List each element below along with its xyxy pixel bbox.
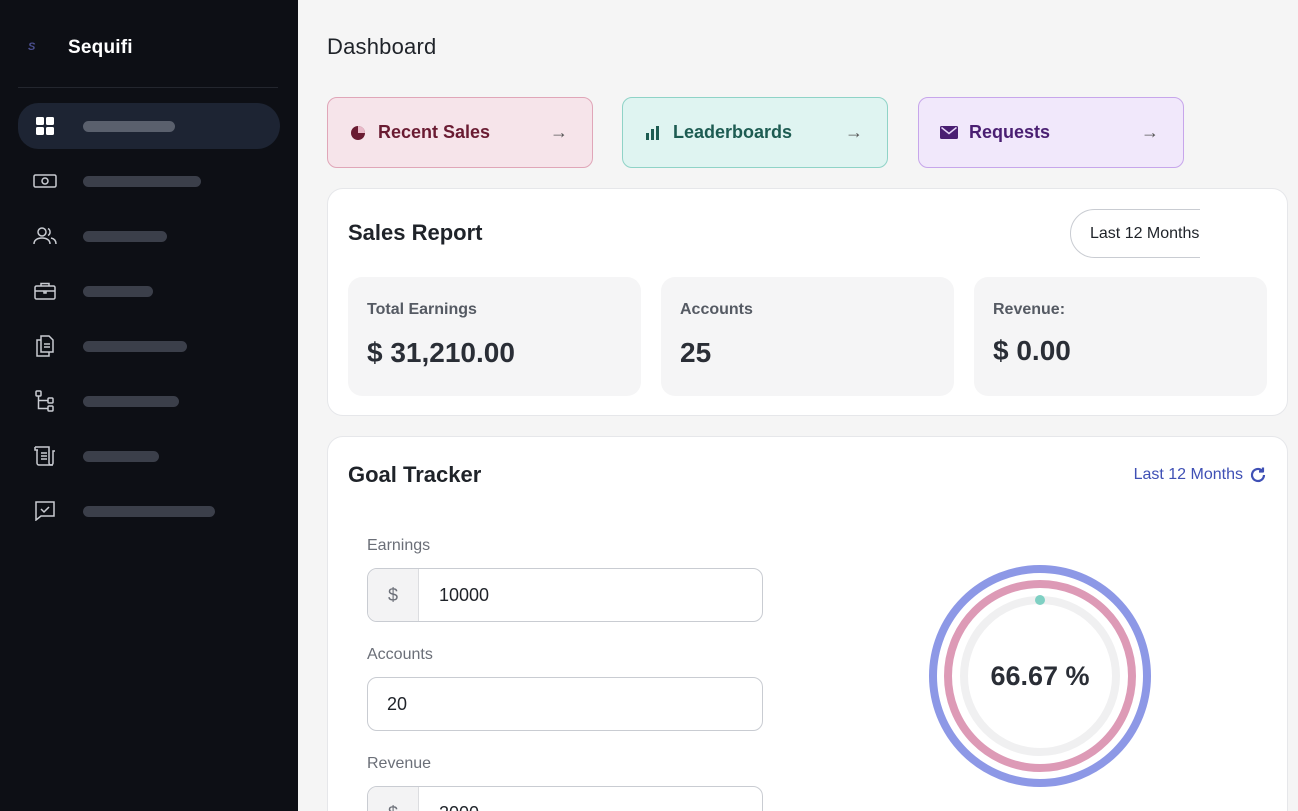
pie-chart-icon	[349, 124, 367, 142]
stat-accounts: Accounts 25	[661, 277, 954, 396]
sidebar-item-label-placeholder	[83, 505, 215, 517]
sidebar-item-label-placeholder	[83, 175, 201, 187]
briefcase-icon	[33, 279, 57, 303]
goal-tracker-title: Goal Tracker	[348, 462, 482, 487]
sidebar-nav	[18, 103, 280, 543]
leaderboards-button[interactable]: Leaderboards →	[622, 97, 888, 168]
stat-value: $ 31,210.00	[367, 337, 515, 368]
sidebar-item-jobs[interactable]	[18, 268, 280, 314]
hierarchy-icon	[33, 389, 57, 413]
goal-period-label: Last 12 Months	[1133, 466, 1243, 483]
sidebar-item-team[interactable]	[18, 213, 280, 259]
stat-label: Total Earnings	[367, 301, 477, 318]
goal-tracker-card: Goal Tracker Last 12 Months Earnings $ 1…	[327, 436, 1288, 811]
documents-icon	[33, 334, 57, 358]
arrow-right-icon: →	[550, 122, 568, 142]
money-bill-icon	[33, 169, 57, 193]
stat-value: $ 0.00	[993, 335, 1071, 366]
sidebar-item-label-placeholder	[83, 230, 167, 242]
sidebar-item-reports[interactable]	[18, 433, 280, 479]
earnings-field[interactable]: $ 10000	[367, 568, 763, 622]
sidebar-item-label-placeholder	[83, 340, 187, 352]
stat-label: Revenue:	[993, 301, 1066, 318]
goal-progress-text: 66.67 %	[990, 660, 1090, 691]
sidebar-item-approvals[interactable]	[18, 488, 280, 534]
requests-button[interactable]: Requests →	[918, 97, 1184, 168]
recent-sales-button[interactable]: Recent Sales →	[327, 97, 593, 168]
refresh-icon	[1249, 466, 1267, 484]
recent-sales-label: Recent Sales	[378, 122, 491, 142]
currency-prefix: $	[368, 787, 419, 811]
envelope-icon	[940, 124, 958, 142]
bar-chart-icon	[644, 124, 662, 142]
stat-revenue: Revenue: $ 0.00	[974, 277, 1267, 396]
sidebar-item-sales[interactable]	[18, 158, 280, 204]
sidebar-item-label-placeholder	[83, 120, 175, 132]
page-title: Dashboard	[327, 34, 437, 59]
sidebar-item-documents[interactable]	[18, 323, 280, 369]
requests-label: Requests	[969, 122, 1051, 142]
main-content: Dashboard Recent Sales → Leaderboards → …	[298, 0, 1298, 811]
sales-report-title: Sales Report	[348, 220, 483, 245]
dashboard-grid-icon	[33, 114, 57, 138]
revenue-field[interactable]: $ 2000	[367, 786, 763, 811]
sidebar-item-dashboard[interactable]	[18, 103, 280, 149]
goal-period-link[interactable]: Last 12 Months	[1134, 466, 1267, 484]
arrow-right-icon: →	[845, 122, 863, 142]
scroll-icon	[33, 444, 57, 468]
sidebar-divider	[18, 87, 278, 88]
goal-progress-ring: 66.67 %	[928, 564, 1152, 788]
currency-prefix: $	[368, 569, 419, 621]
revenue-label: Revenue	[367, 755, 432, 772]
sidebar-item-label-placeholder	[83, 450, 159, 462]
sidebar-item-label-placeholder	[83, 285, 153, 297]
stat-value: 25	[680, 337, 712, 368]
leaderboards-label: Leaderboards	[673, 122, 793, 142]
brand-name: Sequifi	[68, 37, 133, 58]
period-select[interactable]: Last 12 Months	[1070, 209, 1200, 258]
accounts-field[interactable]: 20	[367, 677, 763, 731]
chat-check-icon	[33, 499, 57, 523]
brand[interactable]: S Sequifi	[28, 34, 133, 62]
stat-total-earnings: Total Earnings $ 31,210.00	[348, 277, 641, 396]
arrow-right-icon: →	[1141, 122, 1159, 142]
users-icon	[33, 224, 57, 248]
revenue-value: 2000	[419, 803, 479, 811]
sales-report-card: Sales Report Last 12 Months Total Earnin…	[327, 188, 1288, 416]
earnings-label: Earnings	[367, 537, 431, 554]
earnings-value: 10000	[439, 584, 490, 605]
sidebar-item-hierarchy[interactable]	[18, 378, 280, 424]
accounts-label: Accounts	[367, 646, 433, 663]
period-select-clip: Last 12 Months	[1068, 207, 1200, 267]
sidebar: S Sequifi	[0, 0, 298, 811]
stat-label: Accounts	[680, 301, 753, 318]
sequifi-logo-icon: S	[28, 41, 36, 53]
accounts-value: 20	[387, 693, 408, 714]
sidebar-item-label-placeholder	[83, 395, 179, 407]
